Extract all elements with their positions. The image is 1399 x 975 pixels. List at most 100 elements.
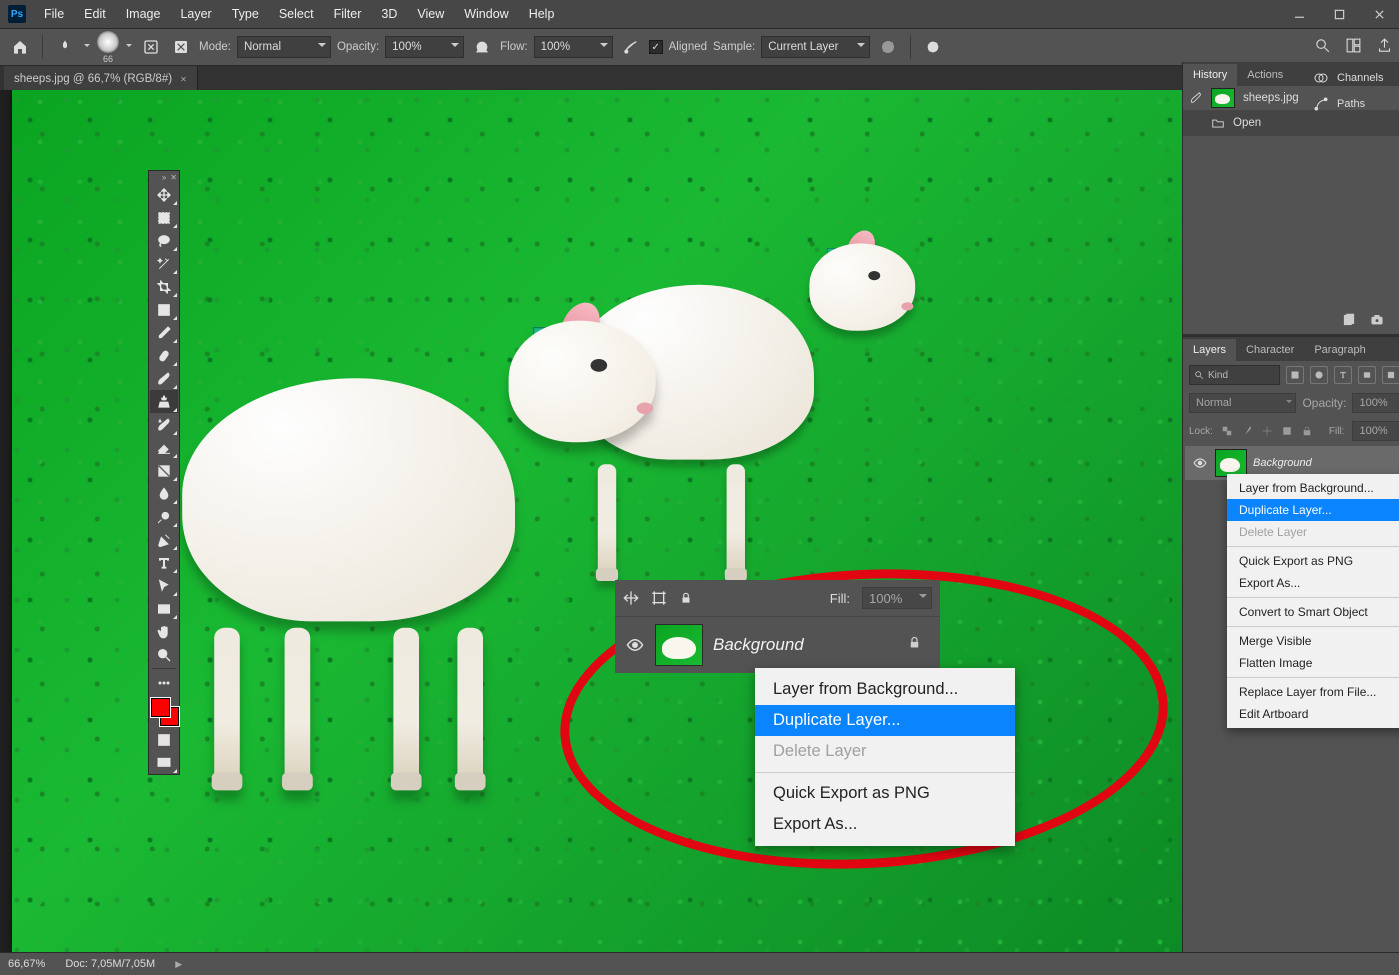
search-button[interactable] [1314,37,1331,57]
visibility-icon[interactable] [625,635,645,655]
tab-channels[interactable]: Channels [1313,70,1395,86]
brush-settings-button[interactable] [139,35,163,59]
filter-shape-icon[interactable] [1358,366,1376,384]
snapshot-icon[interactable] [1370,313,1384,327]
zoom-tool[interactable] [150,643,178,666]
tab-actions[interactable]: Actions [1237,64,1293,86]
maximize-button[interactable] [1319,0,1359,28]
document-tab[interactable]: sheeps.jpg @ 66,7% (RGB/8#) ✕ [4,66,198,92]
context-menu-item[interactable]: Flatten Image [1227,652,1399,674]
screen-mode-button[interactable] [150,751,178,774]
layer-context-menu[interactable]: Layer from Background...Duplicate Layer.… [1227,474,1399,728]
layer-fill-input[interactable]: 100% [1352,421,1399,441]
toolbox-header[interactable]: »✕ [149,171,179,183]
zoomed-fill-value[interactable]: 100% [862,587,932,609]
menu-layer[interactable]: Layer [170,1,221,27]
context-menu-item[interactable]: Duplicate Layer... [1227,499,1399,521]
aligned-checkbox[interactable] [649,40,663,54]
new-doc-from-state-icon[interactable] [1342,313,1356,327]
path-selection-tool[interactable] [150,574,178,597]
context-menu-item[interactable]: Replace Layer from File... [1227,681,1399,703]
context-menu-item[interactable]: Layer from Background... [755,674,1015,705]
gradient-tool[interactable] [150,459,178,482]
layer-opacity-input[interactable]: 100% [1352,393,1399,413]
context-menu-item[interactable]: Merge Visible [1227,630,1399,652]
move-tool[interactable] [150,183,178,206]
layer-filter-kind[interactable]: Kind [1189,365,1280,385]
document-tab-close[interactable]: ✕ [180,75,187,84]
magic-wand-tool[interactable] [150,252,178,275]
context-menu-item[interactable]: Quick Export as PNG [1227,550,1399,572]
menu-window[interactable]: Window [454,1,518,27]
type-tool[interactable] [150,551,178,574]
blend-mode-dropdown[interactable]: Normal [237,36,331,58]
menu-filter[interactable]: Filter [324,1,372,27]
eraser-tool[interactable] [150,436,178,459]
history-brush-tool[interactable] [150,413,178,436]
foreground-color-swatch[interactable] [151,698,170,717]
context-menu-item[interactable]: Layer from Background... [1227,477,1399,499]
flow-dropdown[interactable]: 100% [534,36,613,58]
filter-adjustment-icon[interactable] [1310,366,1328,384]
menu-type[interactable]: Type [222,1,269,27]
history-step-row[interactable]: Open [1183,111,1399,136]
layer-blend-dropdown[interactable]: Normal [1189,393,1296,413]
lock-image-icon[interactable] [1241,425,1253,437]
hand-tool[interactable] [150,620,178,643]
context-menu-item[interactable]: Duplicate Layer... [755,705,1015,736]
color-swatches[interactable] [151,698,179,726]
frame-tool[interactable] [150,298,178,321]
filter-type-icon[interactable] [1334,366,1352,384]
tab-character[interactable]: Character [1236,339,1304,361]
rectangle-tool[interactable] [150,597,178,620]
dodge-tool[interactable] [150,505,178,528]
quick-mask-button[interactable] [150,728,178,751]
menu-help[interactable]: Help [519,1,565,27]
visibility-icon[interactable] [1191,456,1209,470]
tab-history[interactable]: History [1183,64,1237,86]
workspace-switcher[interactable] [1345,37,1362,57]
zoom-value[interactable]: 66,67% [8,958,45,970]
ignore-adjustment-button[interactable] [876,35,900,59]
close-button[interactable] [1359,0,1399,28]
pen-tool[interactable] [150,528,178,551]
filter-pixel-icon[interactable] [1286,366,1304,384]
clone-source-button[interactable] [169,35,193,59]
brush-preview[interactable]: 66 [97,31,119,64]
tab-paths[interactable]: Paths [1313,96,1395,112]
lock-transparent-icon[interactable] [1221,425,1233,437]
tab-paragraph[interactable]: Paragraph [1304,339,1375,361]
size-pressure-button[interactable] [921,35,945,59]
lock-artboard-icon[interactable] [1281,425,1293,437]
home-button[interactable] [8,35,32,59]
context-menu-item[interactable]: Quick Export as PNG [755,778,1015,809]
brush-tool[interactable] [150,367,178,390]
brush-picker-flyout[interactable] [125,36,133,58]
opacity-pressure-button[interactable] [470,35,494,59]
healing-brush-tool[interactable] [150,344,178,367]
menu-3d[interactable]: 3D [371,1,407,27]
opacity-dropdown[interactable]: 100% [385,36,464,58]
menu-image[interactable]: Image [116,1,171,27]
lock-position-icon[interactable] [1261,425,1273,437]
lock-all-icon[interactable] [1301,425,1313,437]
airbrush-button[interactable] [619,35,643,59]
tool-preset-picker[interactable] [53,35,77,59]
context-menu-item[interactable]: Export As... [1227,572,1399,594]
lasso-tool[interactable] [150,229,178,252]
status-flyout[interactable]: ▶ [175,959,182,970]
edit-toolbar-button[interactable] [150,671,178,694]
minimize-button[interactable] [1279,0,1319,28]
layer-context-menu-zoomed[interactable]: Layer from Background...Duplicate Layer.… [755,668,1015,846]
marquee-tool[interactable] [150,206,178,229]
eyedropper-tool[interactable] [150,321,178,344]
context-menu-item[interactable]: Convert to Smart Object [1227,601,1399,623]
zoomed-layer-row[interactable]: Background [615,616,940,673]
tool-preset-flyout[interactable] [83,36,91,58]
menu-edit[interactable]: Edit [74,1,116,27]
sample-dropdown[interactable]: Current Layer [761,36,870,58]
filter-smart-icon[interactable] [1382,366,1399,384]
tab-layers[interactable]: Layers [1183,339,1236,361]
share-button[interactable] [1376,37,1393,57]
menu-file[interactable]: File [34,1,74,27]
